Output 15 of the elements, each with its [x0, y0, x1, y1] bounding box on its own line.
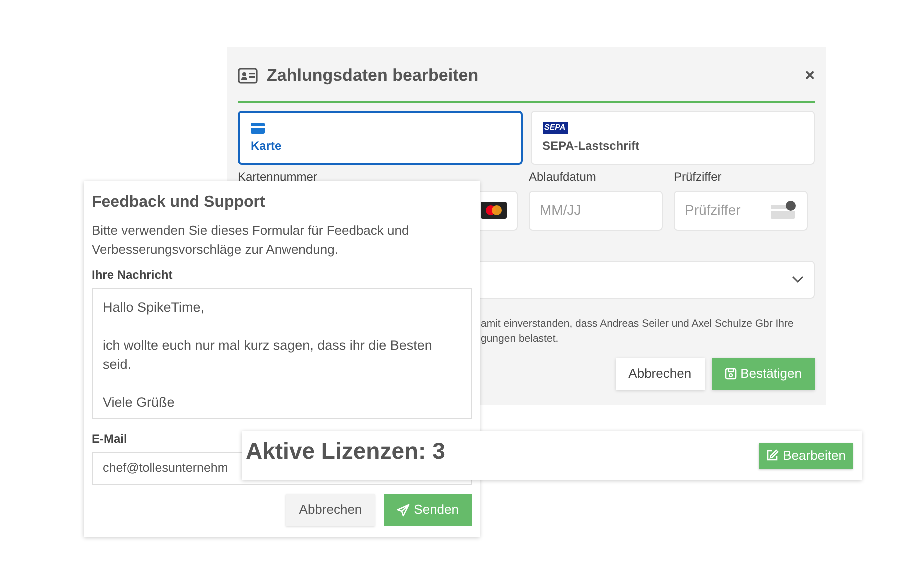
- field-label: Kartennummer: [238, 170, 318, 182]
- field-label: Ihre Nachricht: [92, 268, 174, 282]
- mandate-text: gungen belastet.: [481, 332, 560, 346]
- message-text: Viele Grüße: [103, 394, 176, 412]
- field-label: Prüfziffer: [674, 170, 722, 182]
- dialog-title: Zahlungsdaten bearbeiten: [267, 65, 479, 87]
- field-label: Ablaufdatum: [529, 170, 596, 182]
- card-description: Bitte verwenden Sie dieses Formular für Feedback und Verbesserungsvorschläge zur Anwendung.: [92, 222, 410, 259]
- mandate-text: amit einverstanden, dass Andreas Seiler und Axel Schulze Gbr Ihre: [481, 316, 795, 332]
- message-text: Hallo SpikeTime,: [103, 299, 206, 317]
- field-label: E-Mail: [92, 432, 128, 446]
- message-text: ich wollte euch nur mal kurz sagen, dass ihr die Besten seid.: [103, 337, 434, 374]
- card-title: Feedback und Support: [92, 193, 266, 213]
- license-count: Aktive Lizenzen: 3: [246, 437, 446, 466]
- sepa-logo: SEPA: [542, 122, 568, 134]
